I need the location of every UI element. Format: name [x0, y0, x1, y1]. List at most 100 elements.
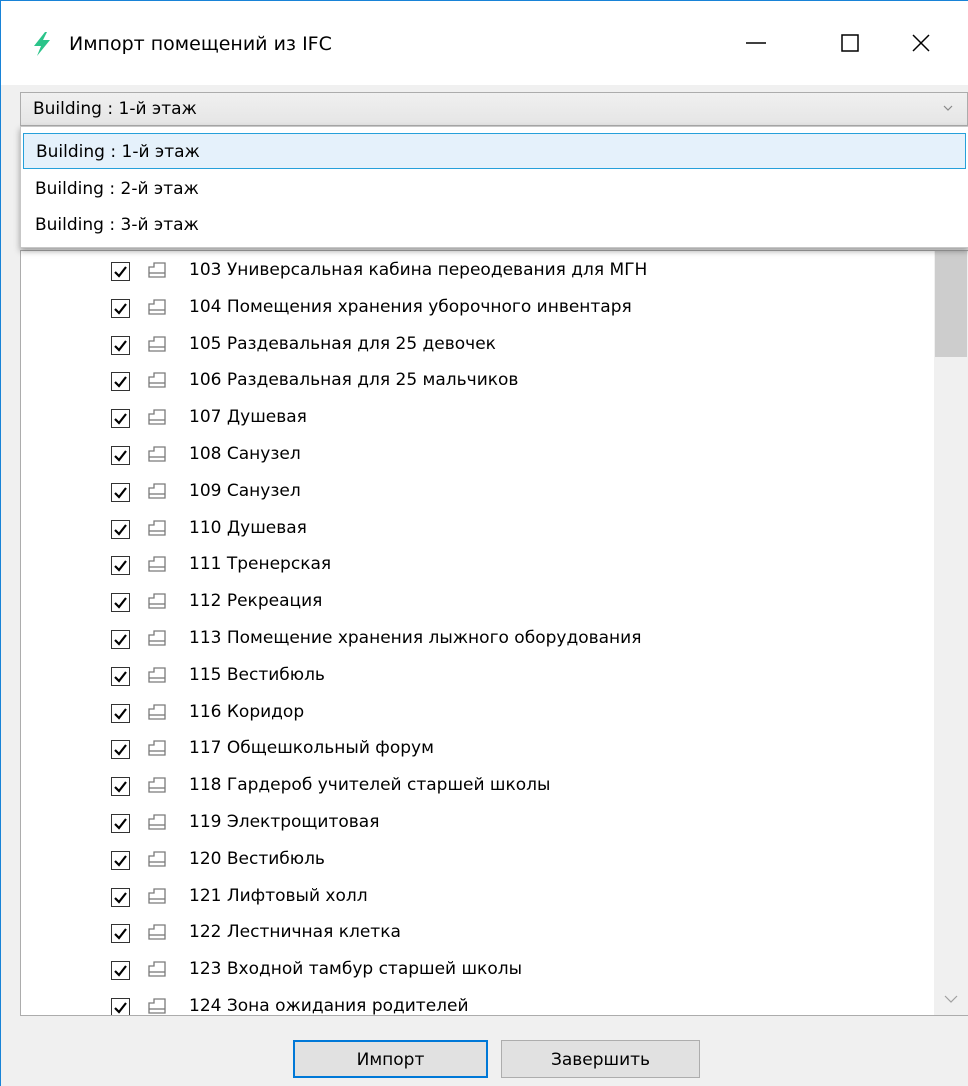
room-icon	[148, 667, 166, 683]
room-icon	[148, 924, 166, 941]
room-label: 116 Коридор	[189, 701, 305, 722]
room-label: 115 Вестибюль	[189, 664, 325, 685]
scroll-down-button[interactable]	[934, 985, 968, 1015]
checkmark-icon	[114, 744, 127, 757]
room-checkbox[interactable]	[111, 703, 130, 723]
room-icon	[148, 335, 166, 352]
dropdown-option-label: Building : 2-й этаж	[35, 179, 199, 199]
room-row[interactable]: 123 Входной тамбур старшей школы	[21, 953, 931, 987]
room-row[interactable]: 113 Помещение хранения лыжного оборудова…	[21, 622, 931, 656]
room-row[interactable]: 103 Универсальная кабина переодевания дл…	[21, 254, 931, 288]
room-icon	[148, 556, 166, 573]
room-row[interactable]: 108 Санузел	[21, 438, 931, 472]
room-row[interactable]: 111 Тренерская	[21, 548, 931, 582]
room-icon	[148, 409, 166, 425]
room-row[interactable]: 107 Душевая	[21, 401, 931, 435]
checkmark-icon	[114, 523, 127, 536]
room-checkbox[interactable]	[111, 961, 130, 981]
vertical-scrollbar[interactable]	[934, 251, 968, 1015]
room-label: 117 Общешкольный форум	[189, 738, 434, 759]
window-title: Импорт помещений из IFC	[69, 33, 332, 55]
dropdown-option-floor-2[interactable]: Building : 2-й этаж	[23, 171, 966, 207]
checkmark-icon	[114, 560, 127, 573]
rooms-list[interactable]: 103 Универсальная кабина переодевания дл…	[20, 250, 968, 1016]
room-checkbox[interactable]	[111, 850, 130, 870]
dropdown-option-label: Building : 3-й этаж	[35, 215, 199, 235]
room-checkbox[interactable]	[111, 556, 130, 576]
room-label: 124 Зона ожидания родителей	[189, 996, 469, 1016]
room-row[interactable]: 120 Вестибюль	[21, 843, 931, 877]
floor-combobox[interactable]: Building : 1-й этаж	[20, 92, 968, 126]
room-icon	[148, 262, 166, 278]
room-icon	[148, 483, 166, 499]
room-row[interactable]: 118 Гардероб учителей старшей школы	[21, 769, 931, 803]
room-checkbox[interactable]	[111, 372, 130, 392]
room-row[interactable]: 119 Электрощитовая	[21, 806, 931, 840]
room-label: 108 Санузел	[189, 444, 301, 464]
dropdown-option-floor-1[interactable]: Building : 1-й этаж	[23, 133, 966, 169]
room-label: 107 Душевая	[189, 407, 307, 428]
checkmark-icon	[114, 891, 127, 904]
room-row[interactable]: 124 Зона ожидания родителей	[21, 990, 931, 1016]
room-checkbox[interactable]	[111, 593, 130, 613]
room-row[interactable]: 106 Раздевальная для 25 мальчиков	[21, 364, 931, 398]
room-row[interactable]: 112 Рекреация	[21, 585, 931, 619]
room-icon	[148, 630, 166, 646]
title-bar[interactable]: Импорт помещений из IFC	[1, 1, 968, 85]
room-checkbox[interactable]	[111, 777, 130, 797]
import-button[interactable]: Импорт	[293, 1040, 488, 1078]
room-label: 111 Тренерская	[189, 554, 332, 575]
minimize-button[interactable]	[709, 1, 803, 85]
room-checkbox[interactable]	[111, 998, 130, 1015]
room-checkbox[interactable]	[111, 446, 130, 465]
import-dialog-window: Импорт помещений из IFC Building : 1-й э…	[0, 0, 968, 1086]
room-checkbox[interactable]	[111, 666, 130, 686]
room-checkbox[interactable]	[111, 519, 130, 539]
room-icon	[148, 961, 166, 977]
room-label: 120 Вестибюль	[189, 848, 325, 869]
room-label: 103 Универсальная кабина переодевания дл…	[189, 260, 648, 280]
checkmark-icon	[114, 965, 127, 977]
room-icon	[148, 299, 166, 315]
checkmark-icon	[114, 855, 127, 867]
chevron-down-icon	[944, 995, 958, 1003]
room-checkbox[interactable]	[111, 887, 130, 907]
room-row[interactable]: 122 Лестничная клетка	[21, 916, 931, 950]
room-checkbox[interactable]	[111, 298, 130, 318]
dropdown-option-floor-3[interactable]: Building : 3-й этаж	[23, 207, 966, 243]
room-label: 119 Электрощитовая	[189, 812, 380, 832]
room-checkbox[interactable]	[111, 262, 130, 281]
finish-button[interactable]: Завершить	[501, 1040, 700, 1078]
checkmark-icon	[114, 450, 127, 462]
room-row[interactable]: 121 Лифтовый холл	[21, 880, 931, 914]
room-label: 118 Гардероб учителей старшей школы	[189, 775, 551, 796]
room-row[interactable]: 104 Помещения хранения уборочного инвент…	[21, 291, 931, 325]
checkmark-icon	[114, 266, 127, 278]
room-icon	[148, 814, 166, 830]
scrollbar-thumb[interactable]	[935, 251, 967, 357]
room-row[interactable]: 117 Общешкольный форум	[21, 732, 931, 766]
room-icon	[148, 519, 166, 536]
room-label: 109 Санузел	[189, 480, 301, 501]
room-checkbox[interactable]	[111, 814, 130, 833]
room-icon	[148, 887, 166, 904]
room-checkbox[interactable]	[111, 740, 130, 760]
room-checkbox[interactable]	[111, 335, 130, 355]
room-checkbox[interactable]	[111, 924, 130, 944]
room-row[interactable]: 116 Коридор	[21, 696, 931, 730]
room-label: 106 Раздевальная для 25 мальчиков	[189, 370, 519, 391]
close-icon	[912, 34, 930, 52]
room-checkbox[interactable]	[111, 630, 130, 649]
minimize-icon	[746, 42, 766, 44]
room-row[interactable]: 110 Душевая	[21, 512, 931, 546]
room-icon	[148, 851, 166, 867]
combo-selected-value: Building : 1-й этаж	[33, 99, 197, 119]
room-row[interactable]: 115 Вестибюль	[21, 659, 931, 693]
room-checkbox[interactable]	[111, 409, 130, 429]
room-row[interactable]: 109 Санузел	[21, 475, 931, 509]
room-checkbox[interactable]	[111, 482, 130, 502]
close-button[interactable]	[874, 1, 968, 85]
checkmark-icon	[114, 487, 127, 499]
chevron-down-icon	[943, 105, 953, 111]
room-row[interactable]: 105 Раздевальная для 25 девочек	[21, 328, 931, 362]
